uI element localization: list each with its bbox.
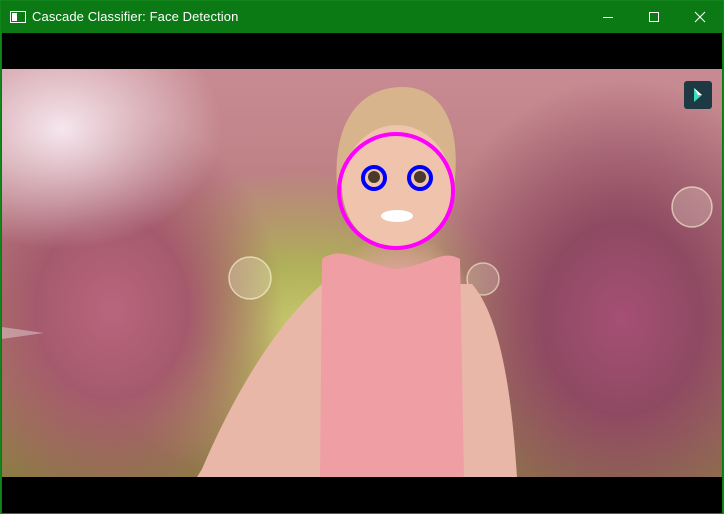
pen-edit-icon-glyph bbox=[694, 88, 702, 102]
maximize-button[interactable] bbox=[631, 1, 677, 32]
girl-mouth bbox=[381, 210, 413, 222]
maximize-icon bbox=[649, 11, 659, 22]
minimize-icon bbox=[603, 16, 613, 18]
bubble bbox=[228, 256, 272, 300]
pen-edit-icon[interactable] bbox=[684, 81, 712, 109]
window-controls bbox=[585, 1, 723, 32]
window-title: Cascade Classifier: Face Detection bbox=[32, 9, 239, 24]
app-window-icon bbox=[10, 10, 26, 23]
title-bar[interactable]: Cascade Classifier: Face Detection bbox=[1, 1, 723, 32]
girl-dress bbox=[320, 253, 464, 477]
detection-overlay bbox=[2, 87, 713, 477]
girl-eye-left bbox=[368, 171, 380, 183]
bubble bbox=[671, 186, 713, 228]
app-window: Cascade Classifier: Face Detection bbox=[0, 0, 724, 514]
close-icon bbox=[694, 11, 706, 22]
left-edge-streak bbox=[2, 327, 44, 339]
video-frame bbox=[2, 69, 722, 477]
image-display-area bbox=[2, 33, 722, 513]
minimize-button[interactable] bbox=[585, 1, 631, 32]
girl-eye-right bbox=[414, 171, 426, 183]
close-button[interactable] bbox=[677, 1, 723, 32]
